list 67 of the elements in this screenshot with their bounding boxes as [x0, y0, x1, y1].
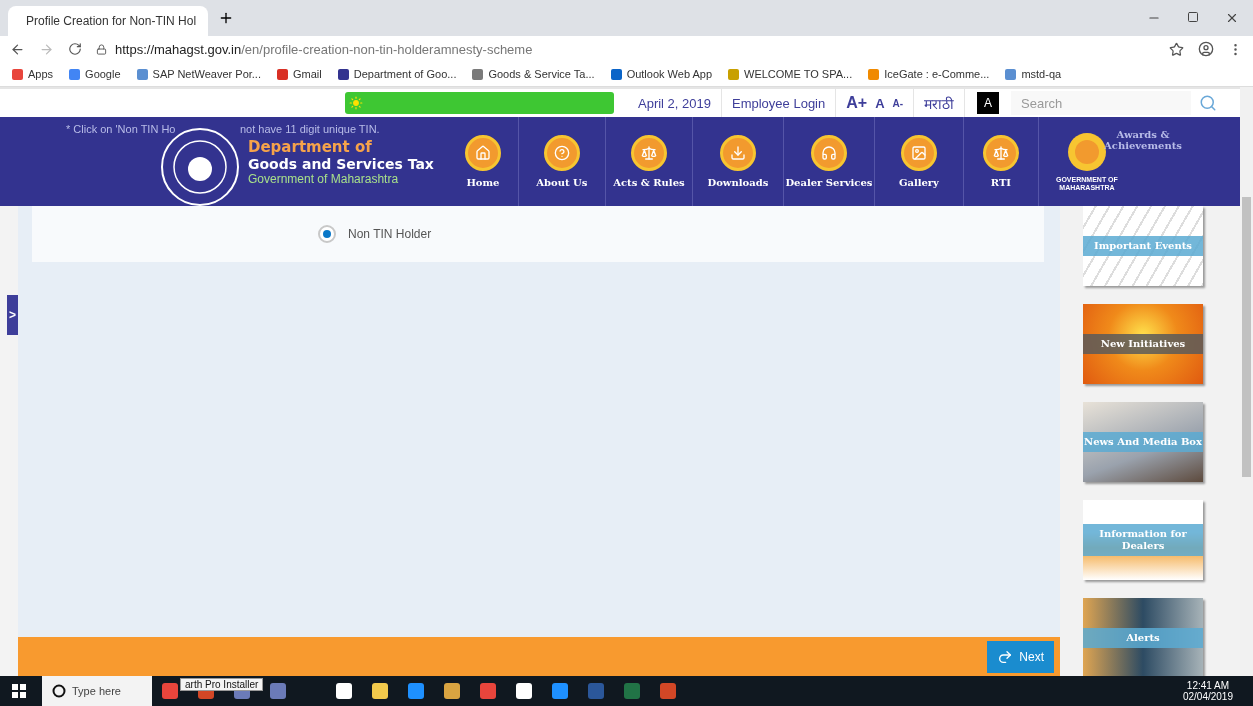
tooltip: arth Pro Installer — [180, 678, 264, 691]
browser-tab[interactable]: Profile Creation for Non-TIN Hol — [8, 6, 208, 36]
notice-text: not have 11 digit unique TIN. — [240, 123, 380, 135]
tile-label: Information for Dealers — [1083, 524, 1203, 556]
search-field[interactable]: Search — [1011, 91, 1192, 115]
bookmark[interactable]: IceGate : e-Comme... — [868, 68, 990, 80]
taskbar-clock[interactable]: 12:41 AM 02/04/2019 — [1182, 680, 1233, 702]
bookmark[interactable]: WELCOME TO SPA... — [728, 68, 853, 80]
bookmark[interactable]: Goods & Service Ta... — [472, 68, 595, 80]
nav-item[interactable]: About Us — [518, 117, 606, 206]
star-icon[interactable] — [1169, 41, 1184, 57]
tab-title: Profile Creation for Non-TIN Hol — [26, 14, 197, 28]
government-subtitle: Government of Maharashtra — [248, 171, 400, 186]
arrow-icon — [997, 648, 1014, 665]
bookmark[interactable]: Outlook Web App — [610, 68, 713, 80]
maximize-icon[interactable] — [1187, 11, 1199, 23]
bookmark[interactable]: Apps — [12, 68, 54, 80]
image-icon — [910, 145, 927, 161]
bookmark[interactable]: SAP NetWeaver Por... — [136, 68, 261, 80]
department-title: Department of — [248, 137, 373, 156]
next-button[interactable]: Next — [987, 640, 1054, 673]
font-size-link[interactable]: A — [875, 95, 885, 111]
radio-label: Non TIN Holder — [348, 227, 432, 241]
back-icon[interactable] — [10, 41, 25, 57]
tile-label: News And Media Box — [1083, 432, 1203, 452]
address-bar[interactable]: https://mahagst.gov.in/en/profile-creation-non-tin-holderamnesty-scheme — [96, 41, 1155, 57]
nav-item[interactable]: Dealer Services — [783, 117, 875, 206]
sidebar-tile[interactable]: New Initiatives — [1083, 304, 1203, 384]
bookmark[interactable]: Department of Goo... — [337, 68, 457, 80]
profile-icon[interactable] — [1198, 41, 1214, 57]
scales-icon — [640, 145, 657, 161]
lock-icon — [96, 43, 107, 55]
taskbar-search[interactable]: Type here — [42, 676, 152, 706]
forward-icon[interactable] — [39, 41, 54, 57]
download-icon — [729, 145, 746, 161]
new-tab-icon[interactable] — [218, 10, 234, 26]
bookmark[interactable]: Google — [69, 68, 121, 80]
scrollbar-thumb[interactable] — [1242, 197, 1251, 477]
home-icon — [474, 145, 491, 161]
notice-text: * Click on 'Non TIN Ho — [66, 123, 176, 135]
windows-start-icon[interactable] — [12, 684, 26, 698]
tile-label: Important Events — [1083, 236, 1203, 256]
headphones-icon — [820, 145, 837, 161]
font-size-link[interactable]: A- — [892, 97, 904, 109]
tile-label: Alerts — [1083, 628, 1203, 648]
contrast-button[interactable]: A — [977, 92, 1000, 114]
search-icon[interactable] — [1199, 94, 1218, 112]
reload-icon[interactable] — [68, 42, 82, 56]
scales-icon — [992, 145, 1009, 161]
nav-item[interactable]: RTI — [963, 117, 1039, 206]
bookmark[interactable]: Gmail — [277, 68, 322, 80]
side-panel-tab[interactable]: > — [7, 295, 18, 335]
nav-item[interactable]: Acts & Rules — [605, 117, 693, 206]
radio-button[interactable] — [318, 225, 336, 243]
font-size-link[interactable]: A+ — [846, 94, 868, 112]
question-icon — [553, 145, 570, 161]
url-text: https://mahagst.gov.in/en/profile-creation-non-tin-holderamnesty-scheme — [115, 41, 533, 57]
tile-label: New Initiatives — [1083, 334, 1203, 354]
nav-item[interactable]: Gallery — [874, 117, 964, 206]
circle-icon — [52, 684, 66, 698]
sun-icon — [349, 96, 363, 110]
close-icon[interactable] — [1225, 11, 1239, 25]
nav-item[interactable]: Home — [447, 117, 519, 206]
nav-item[interactable]: Downloads — [692, 117, 784, 206]
bookmark[interactable]: mstd-qa — [1005, 68, 1062, 80]
awards-tile-text: Awards & Achievements — [1103, 129, 1183, 151]
department-title: Goods and Services Tax — [248, 155, 434, 172]
